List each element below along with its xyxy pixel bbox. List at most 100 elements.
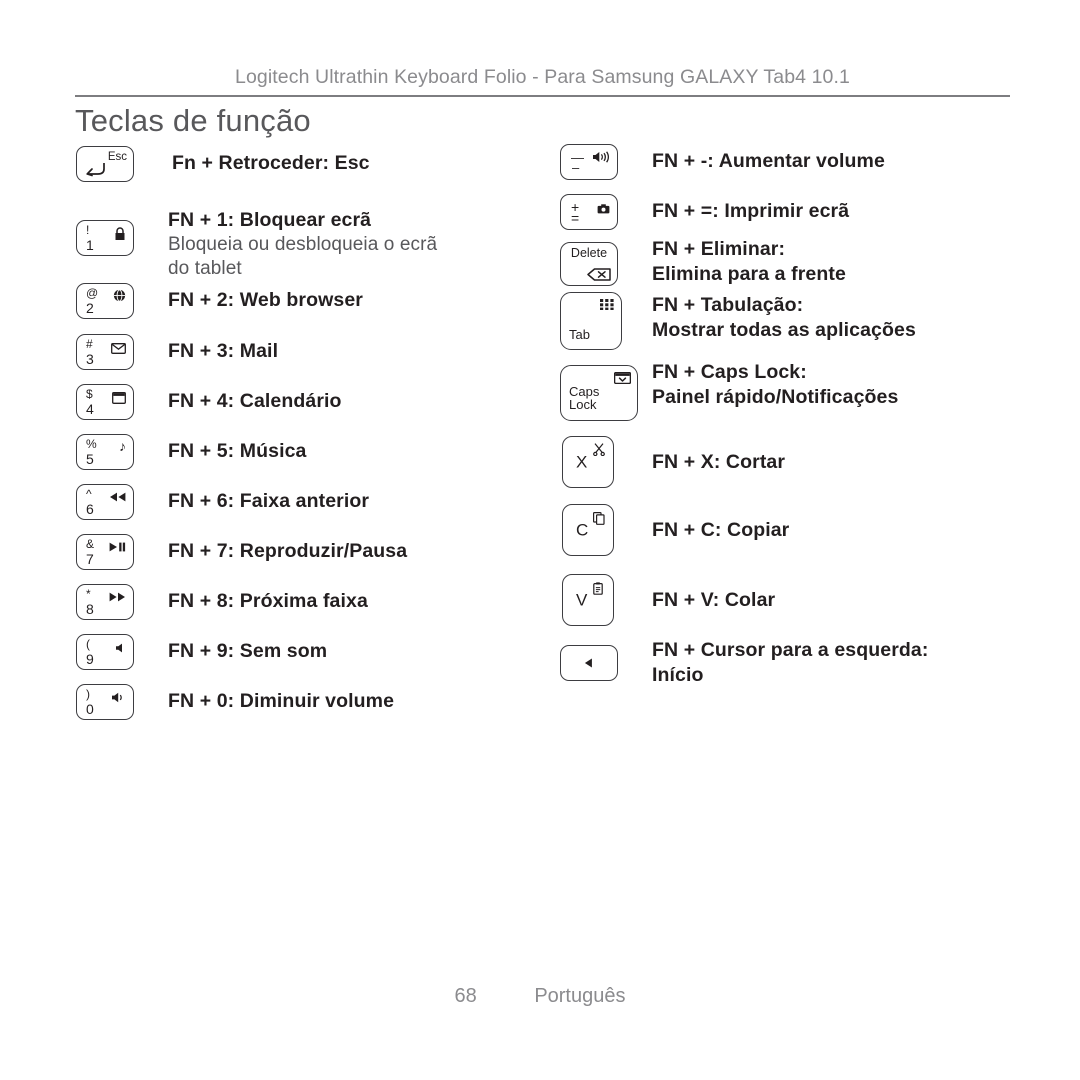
lock-icon bbox=[114, 227, 126, 241]
shortcut-title: FN + 0: Diminuir volume bbox=[168, 690, 395, 712]
shortcut-text: FN + Caps Lock: Painel rápido/Notificaçõ… bbox=[652, 360, 898, 410]
next-track-icon bbox=[109, 592, 126, 602]
calendar-icon bbox=[112, 392, 126, 404]
shortcut-title: FN + C: Copiar bbox=[652, 519, 790, 541]
shortcut-text: FN + =: Imprimir ecrã bbox=[652, 199, 849, 224]
shortcut-title: FN + 9: Sem som bbox=[168, 640, 328, 662]
previous-track-icon bbox=[109, 492, 126, 502]
footer-page-number: 68 bbox=[454, 985, 477, 1007]
web-browser-icon bbox=[113, 289, 126, 302]
key-0-shift-label: ) bbox=[86, 687, 90, 701]
key-3: # 3 bbox=[76, 334, 134, 370]
key-9-shift-label: ( bbox=[86, 637, 90, 651]
key-8-label: 8 bbox=[86, 601, 94, 617]
shortcut-title: FN + X: Cortar bbox=[652, 451, 786, 473]
shortcut-title: FN + 1: Bloquear ecrã bbox=[168, 209, 372, 231]
paste-icon bbox=[593, 582, 605, 595]
key-1-label: 1 bbox=[86, 237, 94, 253]
shortcut-title: Fn + Retroceder: Esc bbox=[172, 152, 370, 174]
scissors-icon bbox=[593, 443, 605, 456]
play-pause-icon bbox=[109, 542, 126, 552]
key-0: ) 0 bbox=[76, 684, 134, 720]
key-4-shift-label: $ bbox=[86, 387, 93, 401]
shortcut-text: FN + V: Colar bbox=[652, 588, 775, 613]
key-minus-label: – bbox=[572, 160, 580, 175]
key-caps-lock: Caps Lock bbox=[560, 365, 638, 421]
shortcut-title: FN + Caps Lock: bbox=[652, 361, 807, 383]
shortcut-text: Fn + Retroceder: Esc bbox=[172, 151, 370, 176]
shortcut-text: FN + 4: Calendário bbox=[168, 389, 342, 414]
shortcut-title: FN + 8: Próxima faixa bbox=[168, 590, 368, 612]
key-1-shift-label: ! bbox=[86, 223, 90, 237]
shortcut-title: FN + -: Aumentar volume bbox=[652, 150, 885, 172]
back-arrow-icon bbox=[84, 162, 105, 177]
key-5-label: 5 bbox=[86, 451, 94, 467]
key-6-label: 6 bbox=[86, 501, 94, 517]
shortcut-subtitle: Início bbox=[652, 663, 704, 686]
key-5-shift-label: % bbox=[86, 437, 97, 451]
backspace-icon bbox=[587, 268, 611, 281]
shortcut-text: FN + Tabulação: Mostrar todas as aplicaç… bbox=[652, 293, 916, 343]
shortcut-title: FN + 7: Reproduzir/Pausa bbox=[168, 540, 408, 562]
shortcut-title: FN + 2: Web browser bbox=[168, 289, 363, 311]
shortcut-subtitle: Mostrar todas as aplicações bbox=[652, 318, 916, 341]
key-esc: Esc bbox=[76, 146, 134, 182]
volume-down-icon bbox=[111, 692, 126, 703]
key-6-shift-label: ^ bbox=[86, 487, 92, 501]
shortcut-text: FN + 8: Próxima faixa bbox=[168, 589, 368, 614]
shortcut-desc-line: do tablet bbox=[168, 257, 242, 279]
key-c-label: C bbox=[576, 520, 589, 540]
key-equals-label: = bbox=[571, 210, 580, 226]
key-delete: Delete bbox=[560, 242, 618, 286]
shortcut-title: FN + 6: Faixa anterior bbox=[168, 490, 370, 512]
key-9-label: 9 bbox=[86, 651, 94, 667]
shortcut-text: FN + 9: Sem som bbox=[168, 639, 327, 664]
header-divider bbox=[75, 95, 1010, 97]
shortcut-text: FN + Cursor para a esquerda: Início bbox=[652, 638, 928, 688]
key-3-shift-label: # bbox=[86, 337, 93, 351]
shortcut-text: FN + -: Aumentar volume bbox=[652, 149, 885, 174]
page-title: Teclas de função bbox=[75, 103, 311, 138]
key-delete-label: Delete bbox=[570, 246, 608, 260]
shortcut-title: FN + V: Colar bbox=[652, 589, 776, 611]
key-2-label: 2 bbox=[86, 300, 94, 316]
shortcut-text: FN + 5: Música bbox=[168, 439, 306, 464]
shortcut-title: FN + Cursor para a esquerda: bbox=[652, 639, 929, 661]
copy-icon bbox=[593, 512, 605, 525]
shortcut-title: FN + Eliminar: bbox=[652, 238, 786, 260]
app-grid-icon bbox=[600, 299, 615, 310]
key-4-label: 4 bbox=[86, 401, 94, 417]
key-2-shift-label: @ bbox=[86, 286, 99, 300]
shortcut-subtitle: Painel rápido/Notificações bbox=[652, 385, 899, 408]
shortcut-text: FN + C: Copiar bbox=[652, 518, 789, 543]
shortcut-text: FN + Eliminar: Elimina para a frente bbox=[652, 237, 846, 287]
shortcut-subtitle: Elimina para a frente bbox=[652, 262, 846, 285]
print-screen-icon bbox=[597, 204, 610, 214]
key-8-shift-label: * bbox=[86, 587, 91, 601]
shortcut-text: FN + X: Cortar bbox=[652, 450, 785, 475]
key-7-label: 7 bbox=[86, 551, 94, 567]
notification-panel-icon bbox=[614, 372, 631, 384]
key-c: C bbox=[562, 504, 614, 556]
mute-icon bbox=[115, 643, 126, 653]
shortcut-desc-line: Bloqueia ou desbloqueia o ecrã bbox=[168, 233, 438, 255]
shortcut-text: FN + 2: Web browser bbox=[168, 288, 363, 313]
key-9: ( 9 bbox=[76, 634, 134, 670]
shortcut-text: FN + 3: Mail bbox=[168, 339, 278, 364]
key-4: $ 4 bbox=[76, 384, 134, 420]
shortcut-text: FN + 1: Bloquear ecrã Bloqueia ou desblo… bbox=[168, 208, 437, 281]
key-7: & 7 bbox=[76, 534, 134, 570]
shortcut-title: FN + =: Imprimir ecrã bbox=[652, 200, 850, 222]
shortcut-title: FN + 4: Calendário bbox=[168, 390, 342, 412]
key-tab: Tab bbox=[560, 292, 622, 350]
page-footer: 68 Português bbox=[0, 985, 1080, 1008]
mail-icon bbox=[111, 343, 126, 354]
key-caps-lock-label: Caps Lock bbox=[569, 383, 600, 413]
shortcut-title: FN + Tabulação: bbox=[652, 294, 804, 316]
shortcut-text: FN + 7: Reproduzir/Pausa bbox=[168, 539, 407, 564]
key-x: X bbox=[562, 436, 614, 488]
shortcut-title: FN + 3: Mail bbox=[168, 340, 279, 362]
key-arrow-left bbox=[560, 645, 618, 681]
shortcut-text: FN + 6: Faixa anterior bbox=[168, 489, 369, 514]
key-3-label: 3 bbox=[86, 351, 94, 367]
